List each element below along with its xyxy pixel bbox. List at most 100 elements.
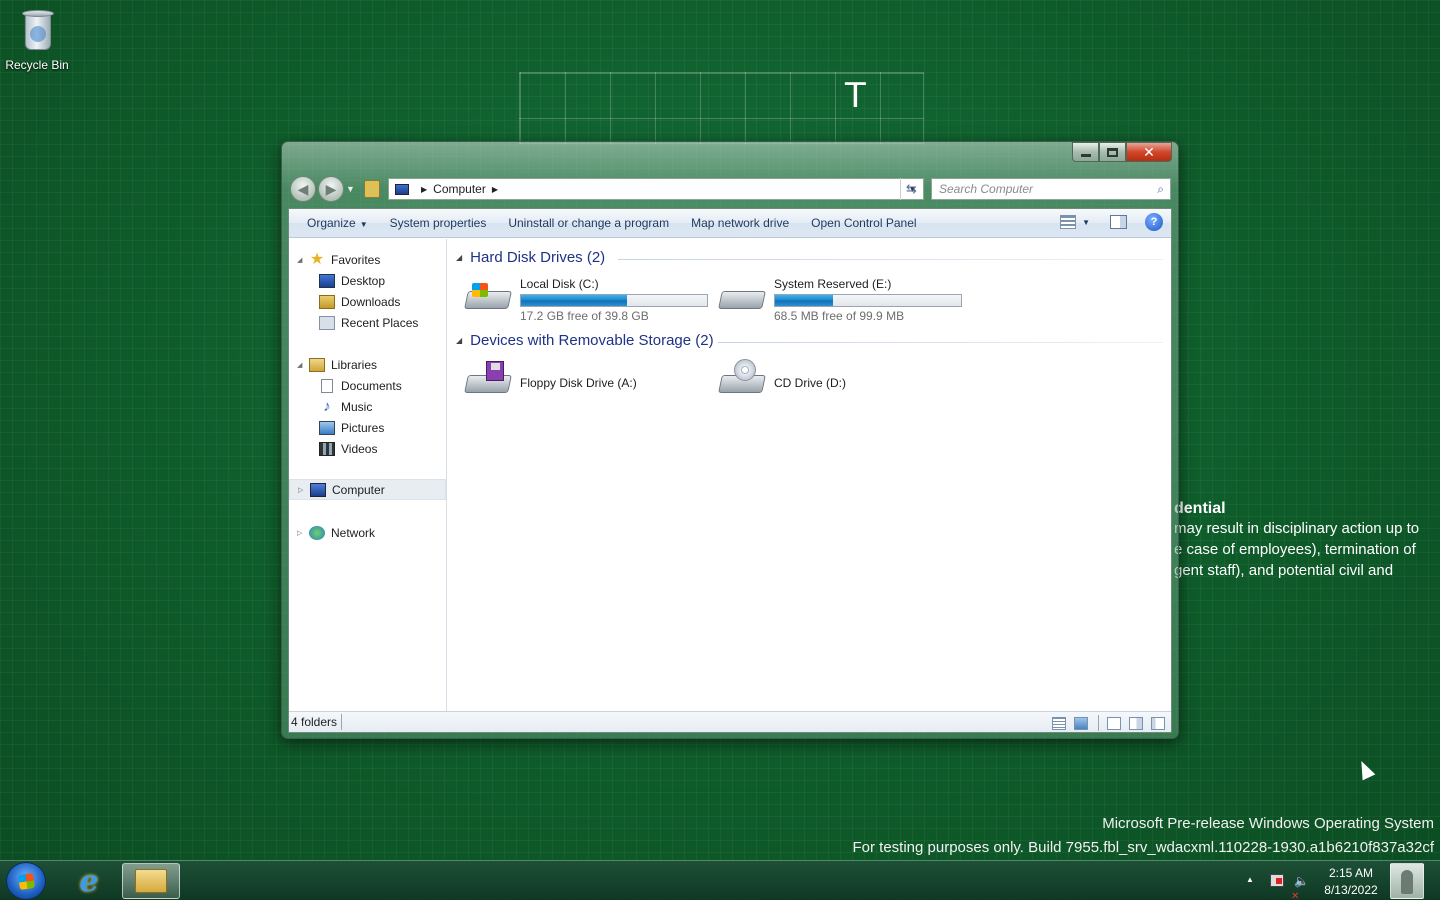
cd-drive-icon <box>718 359 766 395</box>
group-divider <box>618 259 1163 260</box>
command-bar: Organize ▼ System properties Uninstall or… <box>289 209 1171 238</box>
drive-floppy-a[interactable]: Floppy Disk Drive (A:) <box>458 357 710 409</box>
search-placeholder: Search Computer <box>939 182 1034 196</box>
uninstall-program-button[interactable]: Uninstall or change a program <box>500 216 677 230</box>
network-icon <box>309 525 325 540</box>
close-button[interactable]: ✕ <box>1126 142 1172 162</box>
preview-pane-toggle-icon[interactable] <box>1129 716 1143 730</box>
nav-label: Recent Places <box>341 315 419 330</box>
help-icon[interactable]: ? <box>1145 213 1163 231</box>
nav-item-documents[interactable]: Documents <box>289 375 446 396</box>
recent-pages-dropdown[interactable]: ▼ <box>346 184 355 194</box>
action-center-flag-icon[interactable] <box>1270 874 1284 887</box>
start-button[interactable] <box>6 862 46 900</box>
change-view-icon[interactable] <box>1060 215 1077 229</box>
up-folder-icon[interactable] <box>364 180 380 198</box>
nav-item-music[interactable]: ♪ Music <box>289 396 446 417</box>
drive-name: CD Drive (D:) <box>774 376 846 390</box>
open-control-panel-button[interactable]: Open Control Panel <box>803 216 924 230</box>
nav-item-libraries[interactable]: ◢ Libraries <box>289 354 446 375</box>
nav-item-downloads[interactable]: Downloads <box>289 291 446 312</box>
nav-label: Videos <box>341 441 378 456</box>
wallpaper-letter-t: T <box>845 76 866 116</box>
refresh-button[interactable]: ⇆ <box>900 178 922 200</box>
details-view-icon[interactable] <box>1052 716 1066 730</box>
drive-name: Floppy Disk Drive (A:) <box>520 376 637 390</box>
layout-icon[interactable] <box>1107 716 1121 730</box>
collapse-icon[interactable]: ◢ <box>297 361 302 369</box>
nav-label: Desktop <box>341 273 386 288</box>
show-hidden-icons-icon[interactable]: ▲ <box>1246 875 1254 884</box>
recycle-bin-label: Recycle Bin <box>5 58 69 72</box>
libraries-icon <box>309 357 325 372</box>
recycle-bin[interactable]: Recycle Bin <box>4 6 70 72</box>
preview-pane-icon[interactable] <box>1110 215 1127 229</box>
organize-label: Organize <box>307 216 356 230</box>
clock-time: 2:15 AM <box>1328 866 1374 880</box>
confidential-line: e case of employees), termination of <box>1174 541 1416 558</box>
expand-icon[interactable]: ▷ <box>297 529 302 537</box>
recycle-bin-icon <box>18 6 56 54</box>
star-icon: ★ <box>309 250 325 268</box>
minimize-button[interactable] <box>1072 142 1099 162</box>
status-bar: 4 folders <box>289 711 1171 732</box>
forward-button[interactable]: ▶ <box>318 176 344 202</box>
nav-item-recent-places[interactable]: Recent Places <box>289 312 446 333</box>
drive-system-reserved-e[interactable]: System Reserved (E:) 68.5 MB free of 99.… <box>712 273 964 325</box>
group-removable-storage[interactable]: ◢ Devices with Removable Storage (2) <box>456 332 714 349</box>
group-header: Hard Disk Drives (2) <box>470 249 606 266</box>
breadcrumb-arrow-icon[interactable]: ▶ <box>421 185 427 194</box>
organize-button[interactable]: Organize ▼ <box>299 216 376 230</box>
maximize-button[interactable] <box>1099 142 1126 162</box>
chevron-down-icon: ▼ <box>359 220 368 229</box>
show-desktop-button[interactable] <box>1390 863 1424 899</box>
drive-usage-bar <box>520 294 708 307</box>
navigation-pane: ◢ ★ Favorites Desktop Downloads Recent P… <box>289 239 447 711</box>
computer-icon <box>395 183 409 195</box>
system-properties-button[interactable]: System properties <box>382 216 495 230</box>
taskbar-windows-explorer[interactable] <box>122 863 180 899</box>
nav-item-desktop[interactable]: Desktop <box>289 270 446 291</box>
drive-usage-bar <box>774 294 962 307</box>
navigation-pane-toggle-icon[interactable] <box>1151 716 1165 730</box>
back-button[interactable]: ◀ <box>290 176 316 202</box>
nav-item-favorites[interactable]: ◢ ★ Favorites <box>289 249 446 270</box>
documents-icon <box>321 378 333 393</box>
nav-label: Libraries <box>331 357 378 372</box>
pictures-icon <box>319 420 335 435</box>
forward-arrow-icon: ▶ <box>325 180 337 197</box>
drive-name: Local Disk (C:) <box>520 277 599 291</box>
breadcrumb-arrow-icon[interactable]: ▶ <box>492 185 498 194</box>
drive-local-disk-c[interactable]: Local Disk (C:) 17.2 GB free of 39.8 GB <box>458 273 710 325</box>
divider <box>1098 715 1099 731</box>
nav-item-pictures[interactable]: Pictures <box>289 417 446 438</box>
nav-label: Documents <box>341 378 402 393</box>
view-options-chevron-icon[interactable]: ▼ <box>1082 218 1090 227</box>
group-hard-disk-drives[interactable]: ◢ Hard Disk Drives (2) <box>456 249 605 266</box>
clock-date: 8/13/2022 <box>1324 883 1378 897</box>
search-icon[interactable]: ⌕ <box>1157 182 1164 197</box>
map-network-drive-button[interactable]: Map network drive <box>683 216 797 230</box>
nav-item-computer[interactable]: ▷ Computer <box>289 479 446 500</box>
nav-item-videos[interactable]: Videos <box>289 438 446 459</box>
system-clock[interactable]: 2:15 AM 8/13/2022 <box>1320 865 1382 899</box>
nav-label: Network <box>331 525 376 540</box>
refresh-icon: ⇆ <box>906 181 917 196</box>
recent-places-icon <box>319 315 335 330</box>
collapse-group-icon[interactable]: ◢ <box>456 253 462 262</box>
address-bar[interactable]: ▶ Computer ▶ ▼ <box>388 178 924 200</box>
collapse-icon[interactable]: ◢ <box>297 256 302 264</box>
search-input[interactable]: Search Computer ⌕ <box>931 178 1171 200</box>
taskbar-internet-explorer[interactable]: e <box>60 863 118 899</box>
taskbar: e ▲ 🔈✕ 2:15 AM 8/13/2022 <box>0 860 1440 900</box>
drive-name: System Reserved (E:) <box>774 277 892 291</box>
drive-cd-d[interactable]: CD Drive (D:) <box>712 357 964 409</box>
collapse-group-icon[interactable]: ◢ <box>456 336 462 345</box>
drive-free-space: 68.5 MB free of 99.9 MB <box>774 309 905 323</box>
tiles-view-icon[interactable] <box>1074 716 1088 730</box>
breadcrumb-computer[interactable]: Computer <box>433 182 486 196</box>
volume-muted-icon[interactable]: 🔈✕ <box>1291 874 1309 900</box>
nav-item-network[interactable]: ▷ Network <box>289 522 446 543</box>
expand-icon[interactable]: ▷ <box>298 486 303 494</box>
hard-disk-icon <box>718 281 766 311</box>
